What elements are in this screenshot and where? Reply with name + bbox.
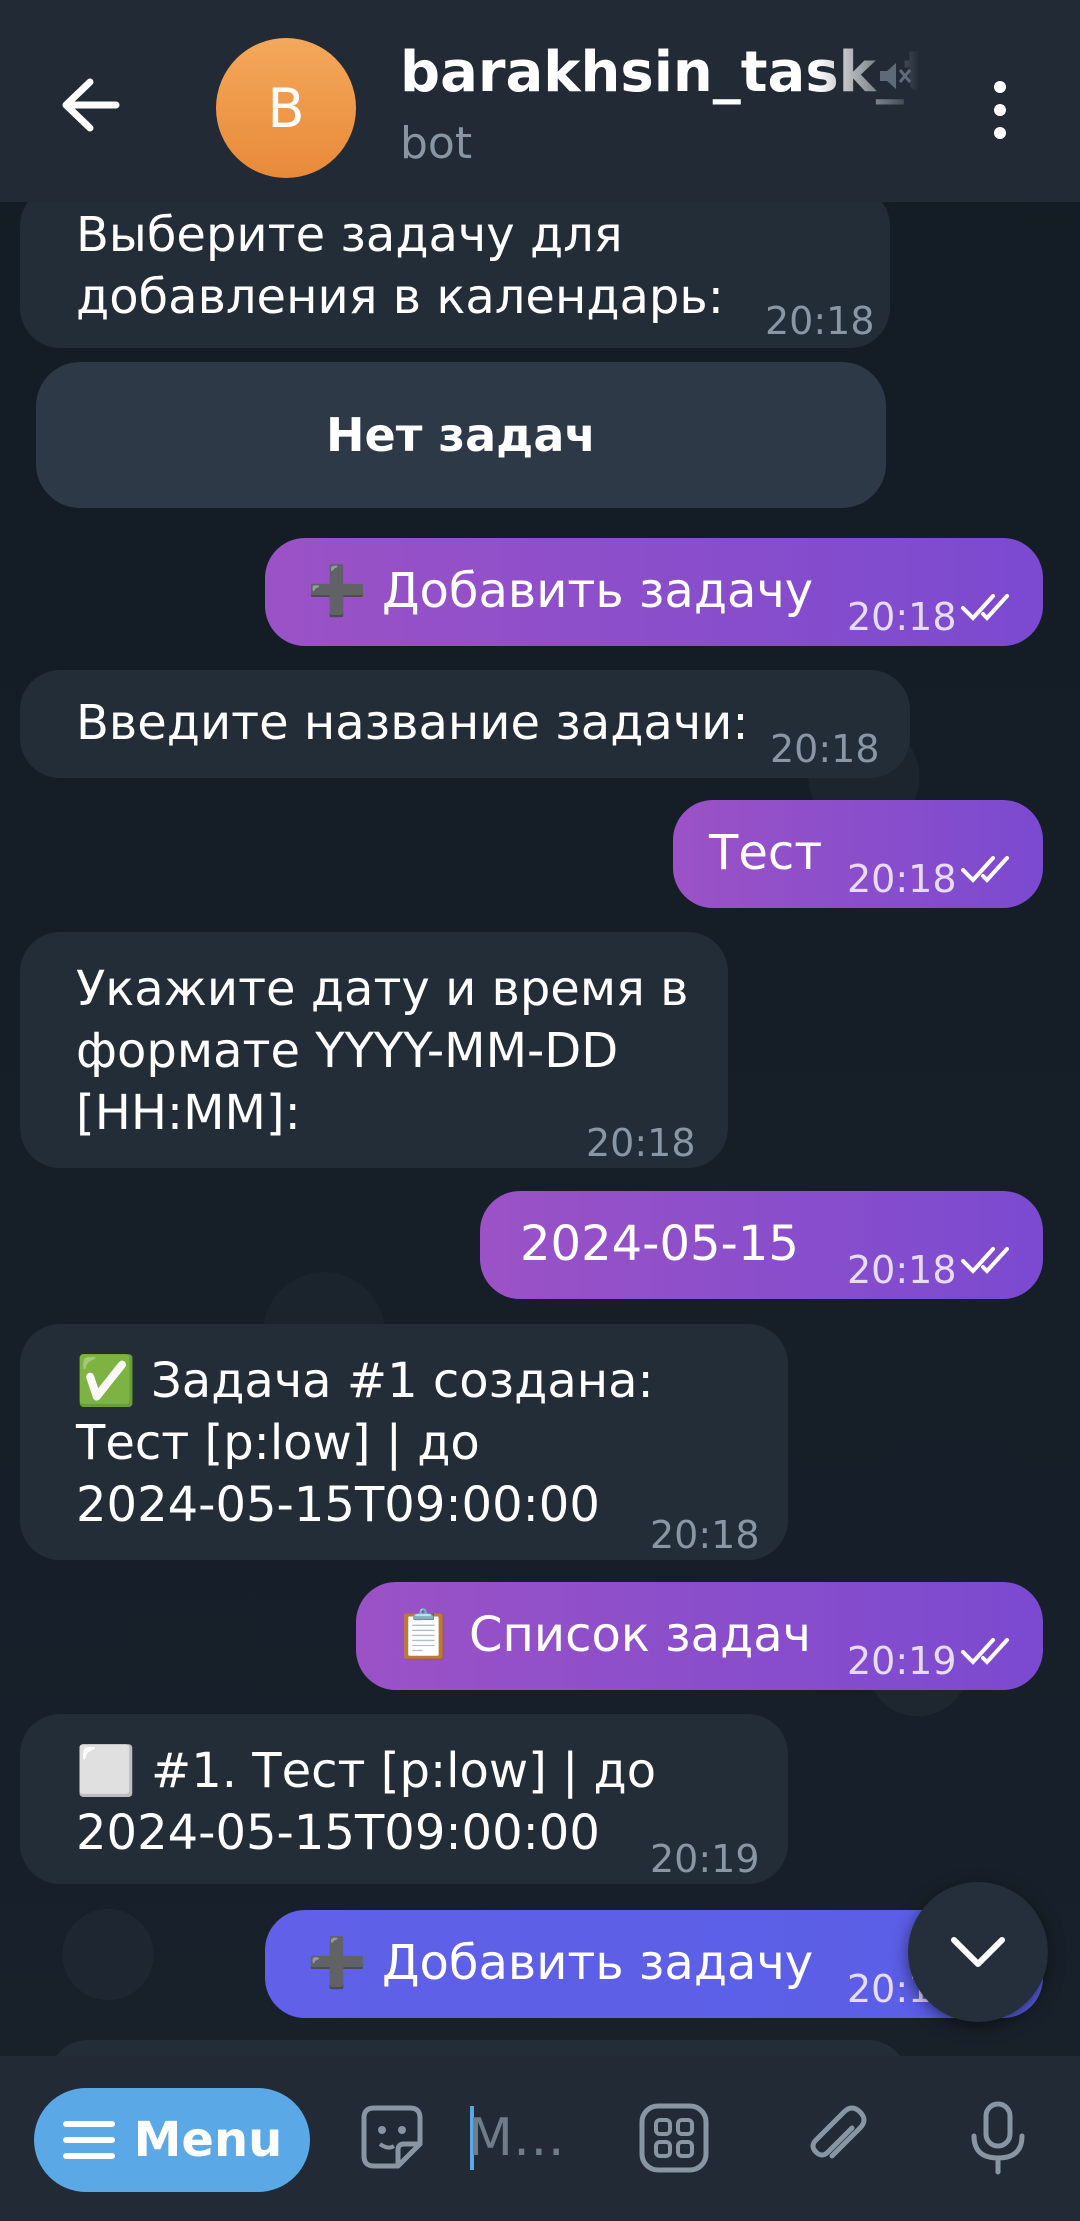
back-arrow-icon[interactable]	[56, 70, 126, 140]
message-time: 20:18	[847, 595, 957, 639]
read-checks-icon	[961, 856, 1009, 883]
read-checks-icon	[961, 1638, 1009, 1665]
chat-header: B barakhsin_task_t bot	[0, 0, 1080, 202]
bot-commands-icon[interactable]	[634, 2098, 714, 2178]
message-text: 📋 Список задач	[394, 1607, 812, 1663]
message-text: Тест	[709, 825, 823, 881]
message-text: 2024-05-15	[520, 1216, 799, 1272]
message-text: ✅ Задача #1 создана: Тест [p:low] | до 2…	[76, 1353, 654, 1533]
chat-subtitle: bot	[400, 118, 473, 169]
message-text: Выберите задачу для добавления в календа…	[76, 207, 724, 325]
message-outgoing: 2024-05-15 20:18	[480, 1191, 1043, 1299]
read-checks-icon	[961, 1247, 1009, 1274]
message-incoming: ⬜ #1. Тест [p:low] | до 2024-05-15T09:00…	[20, 1714, 788, 1884]
read-checks-icon	[961, 594, 1009, 621]
message-text: Введите название задачи:	[76, 695, 749, 751]
message-time: 20:18	[650, 1513, 760, 1557]
microphone-icon[interactable]	[958, 2098, 1038, 2178]
message-input[interactable]: M…	[468, 2102, 598, 2174]
avatar[interactable]: B	[216, 38, 356, 178]
sticker-icon[interactable]	[352, 2098, 432, 2178]
message-time: 20:18	[586, 1121, 696, 1165]
menu-icon	[62, 2121, 115, 2159]
message-outgoing: 📋 Список задач 20:19	[356, 1582, 1043, 1690]
message-incoming: Укажите дату и время в формате YYYY-MM-D…	[20, 932, 728, 1168]
message-incoming: ✅ Задача #1 создана: Тест [p:low] | до 2…	[20, 1324, 788, 1560]
message-time: 20:19	[847, 1639, 957, 1683]
message-incoming: Введите название задачи: 20:18	[20, 670, 910, 778]
inline-button-no-tasks[interactable]: Нет задач	[36, 362, 886, 508]
more-options-icon[interactable]	[975, 75, 1025, 145]
message-incoming: Выберите задачу для добавления в календа…	[20, 186, 890, 348]
input-bar: Menu M…	[0, 2056, 1080, 2221]
chevron-down-icon	[951, 1937, 1005, 1967]
chat-title[interactable]: barakhsin_task_t	[400, 40, 920, 110]
message-time: 20:18	[770, 727, 880, 771]
attach-icon[interactable]	[796, 2098, 876, 2178]
message-text: ➕ Добавить задачу	[307, 1935, 814, 1991]
bot-menu-button[interactable]: Menu	[34, 2088, 310, 2192]
message-time: 20:19	[650, 1837, 760, 1881]
message-time: 20:18	[847, 1248, 957, 1292]
message-time: 20:18	[847, 857, 957, 901]
scroll-down-button[interactable]	[908, 1882, 1048, 2022]
menu-label: Menu	[133, 2112, 283, 2168]
message-text: ➕ Добавить задачу	[307, 563, 814, 619]
avatar-letter: B	[267, 76, 305, 140]
muted-icon	[880, 63, 912, 89]
message-text: ⬜ #1. Тест [p:low] | до 2024-05-15T09:00…	[76, 1743, 657, 1861]
message-time: 20:18	[765, 299, 875, 343]
message-outgoing: ➕ Добавить задачу 20:18	[265, 538, 1043, 646]
message-outgoing: Тест 20:18	[673, 800, 1043, 908]
